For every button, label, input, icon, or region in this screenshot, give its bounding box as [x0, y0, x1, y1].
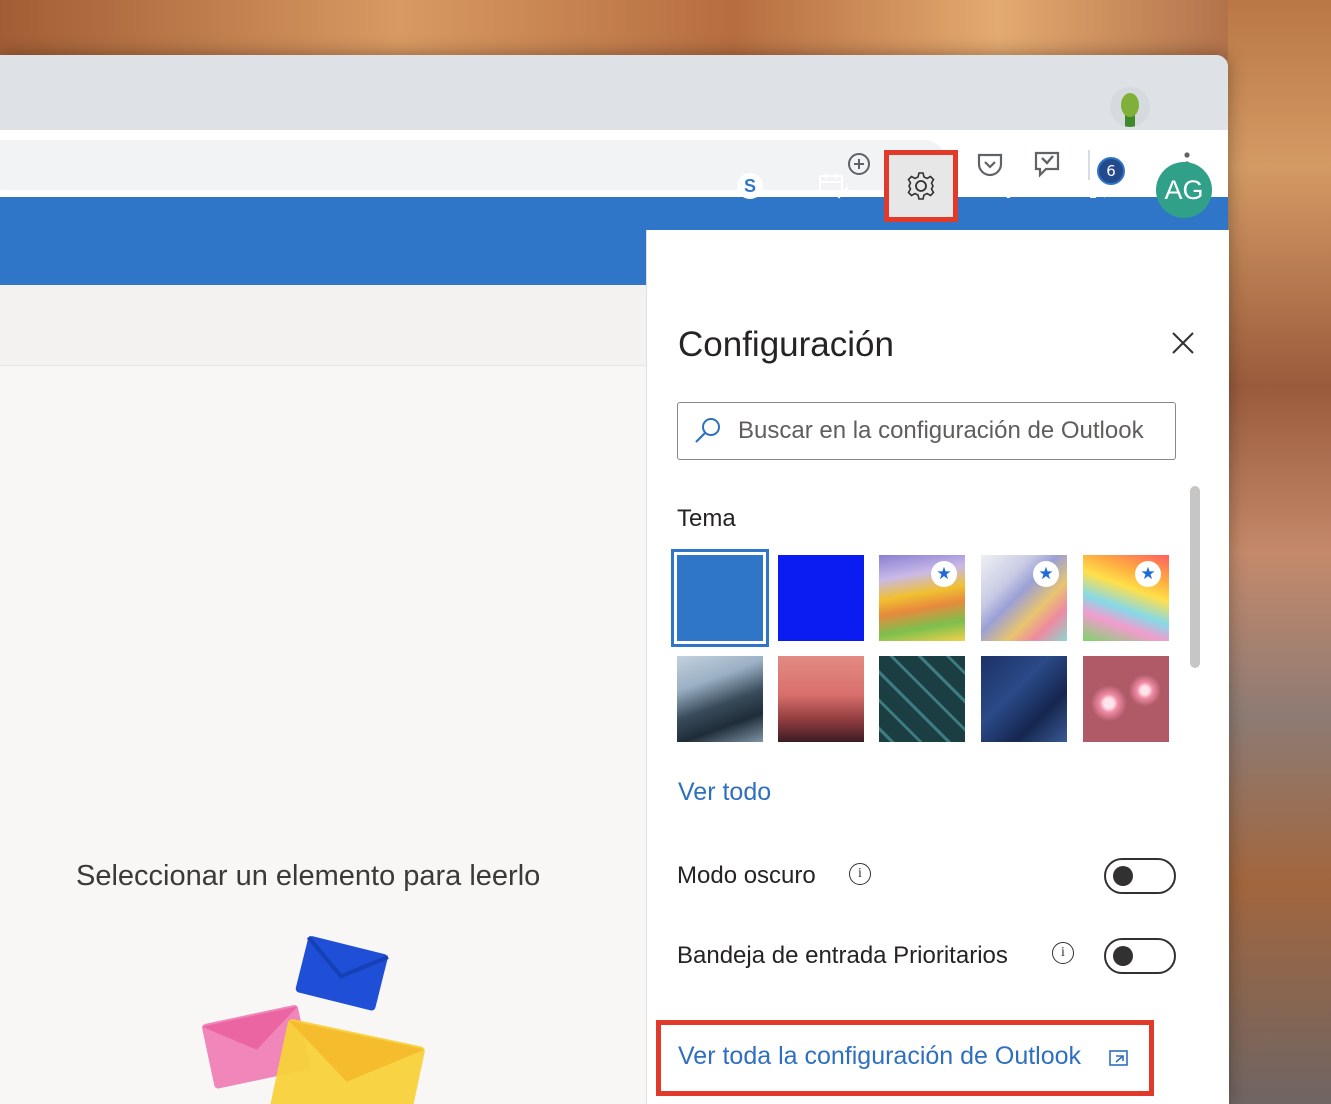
help-button[interactable]: ? [992, 142, 1026, 230]
focused-inbox-toggle[interactable] [1104, 938, 1176, 974]
desktop-wallpaper [0, 0, 1331, 60]
theme-palms[interactable] [778, 656, 864, 742]
svg-text:S: S [744, 176, 756, 196]
dark-mode-toggle[interactable] [1104, 858, 1176, 894]
panel-scrollbar[interactable] [1190, 486, 1200, 668]
reading-pane [0, 366, 646, 1104]
settings-title: Configuración [678, 325, 894, 364]
empty-reading-message: Seleccionar un elemento para leerlo [76, 860, 541, 892]
theme-blue-selected[interactable] [671, 549, 769, 647]
browser-profile-avatar[interactable] [1110, 87, 1150, 127]
see-all-themes-link[interactable]: Ver todo [678, 778, 771, 807]
my-day-icon[interactable] [816, 142, 852, 230]
theme-ribbon[interactable]: ★ [981, 555, 1067, 641]
theme-unicorn[interactable]: ★ [1083, 555, 1169, 641]
dark-mode-label: Modo oscuro [677, 862, 816, 889]
view-all-settings-highlight [656, 1020, 1154, 1096]
settings-search-input[interactable] [736, 416, 1170, 446]
envelopes-illustration [201, 936, 426, 1104]
premium-star-icon: ★ [931, 561, 957, 587]
avatar[interactable]: AG [1156, 162, 1212, 218]
megaphone-icon[interactable] [1078, 142, 1116, 230]
desktop-wallpaper-right [1228, 0, 1331, 1104]
extension-icon[interactable] [1031, 148, 1063, 180]
theme-bokeh[interactable] [1083, 656, 1169, 742]
theme-circuit[interactable] [879, 656, 965, 742]
theme-abstract-stripes[interactable]: ★ [879, 555, 965, 641]
browser-toolbar [0, 130, 1228, 197]
theme-mountain[interactable] [677, 656, 763, 742]
settings-search[interactable] [677, 402, 1176, 460]
search-icon [678, 402, 736, 460]
premium-star-icon: ★ [1135, 561, 1161, 587]
address-bar[interactable] [0, 140, 948, 190]
info-icon[interactable]: i [1052, 942, 1074, 964]
skype-icon[interactable]: S [733, 142, 767, 230]
info-icon[interactable]: i [849, 863, 871, 885]
close-icon[interactable] [1166, 328, 1200, 362]
theme-innovation[interactable] [981, 656, 1067, 742]
theme-label: Tema [677, 505, 736, 532]
focused-inbox-label: Bandeja de entrada Prioritarios [677, 942, 1008, 969]
notification-badge: 6 [1097, 157, 1125, 185]
command-bar [0, 285, 646, 366]
tab-strip [0, 55, 1228, 130]
premium-star-icon: ★ [1033, 561, 1059, 587]
theme-dark-blue[interactable] [778, 555, 864, 641]
settings-highlight [884, 150, 958, 222]
